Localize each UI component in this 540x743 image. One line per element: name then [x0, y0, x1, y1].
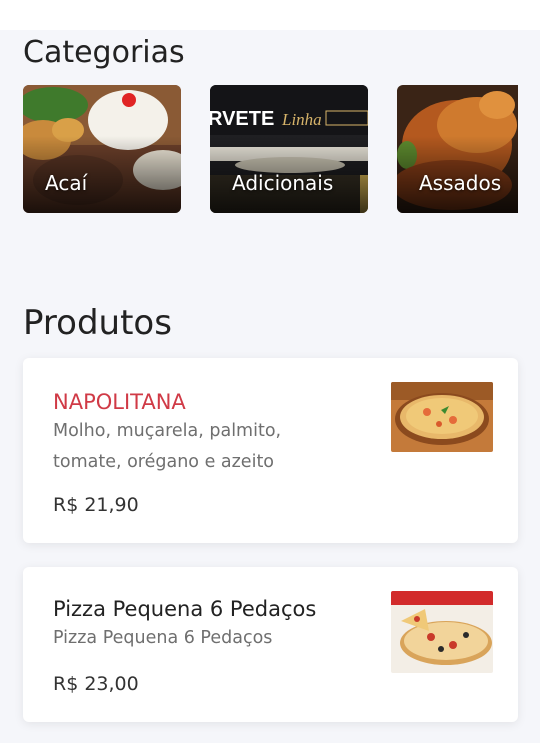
categories-title: Categorias [23, 35, 185, 70]
product-name: NAPOLITANA [53, 390, 186, 414]
category-card-adicionais[interactable]: RVETE Linha Adicionais [210, 85, 368, 213]
product-name: Pizza Pequena 6 Pedaços [53, 597, 317, 621]
products-title: Produtos [23, 303, 172, 343]
product-description: Molho, muçarela, palmito, tomate, orégan… [53, 421, 282, 472]
product-description: Pizza Pequena 6 Pedaços [53, 628, 273, 648]
product-price: R$ 23,00 [53, 673, 139, 695]
category-card-acai[interactable]: Acaí [23, 85, 181, 213]
product-image-pizza [391, 591, 493, 673]
svg-text:Linha: Linha [281, 110, 322, 129]
product-card[interactable]: Pizza Pequena 6 Pedaços Pizza Pequena 6 … [23, 567, 518, 722]
categories-carousel[interactable]: Acaí RVETE Linha Adicionais Assados [23, 85, 518, 213]
category-label: Assados [419, 171, 502, 195]
category-label: Adicionais [232, 171, 334, 195]
product-card[interactable]: NAPOLITANA Molho, muçarela, palmito, tom… [23, 358, 518, 543]
product-image-pizza [391, 382, 493, 452]
svg-text:RVETE: RVETE [210, 108, 274, 130]
category-label: Acaí [45, 171, 88, 195]
category-card-assados[interactable]: Assados [397, 85, 518, 213]
product-price: R$ 21,90 [53, 494, 139, 516]
top-bar [0, 0, 540, 30]
